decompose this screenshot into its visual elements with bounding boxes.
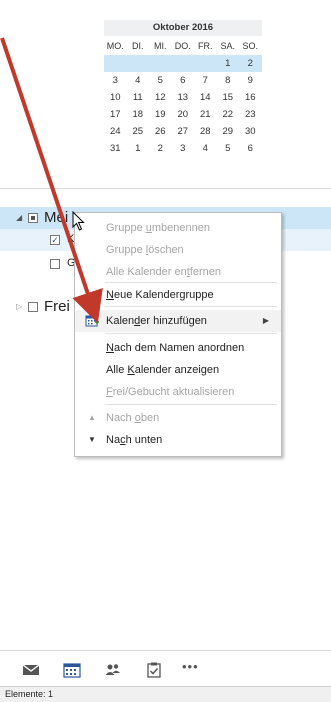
people-icon[interactable] [104,661,122,679]
status-bar: Elemente: 1 [0,686,331,702]
mail-icon[interactable] [22,661,40,679]
status-text: Elemente: 1 [5,689,54,699]
annotation-arrow [0,37,103,324]
bottom-navigation: ••• [0,650,331,687]
calendar-icon[interactable] [63,661,81,679]
more-icon[interactable]: ••• [182,659,199,674]
tasks-icon[interactable] [145,661,163,679]
